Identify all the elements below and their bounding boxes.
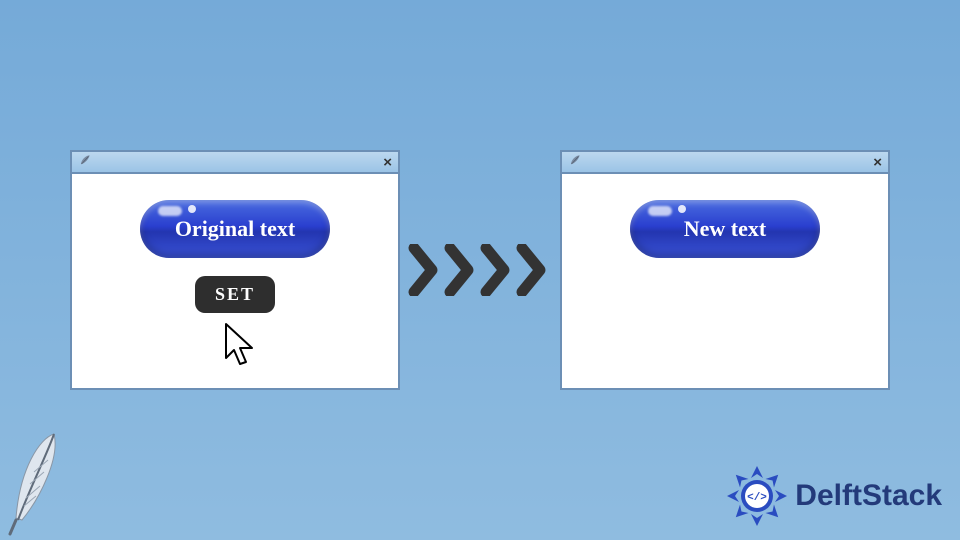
chevron-right-icon	[408, 244, 444, 296]
cursor-pointer-icon	[220, 322, 264, 379]
app-window-before: × Original text SET	[70, 150, 400, 390]
window-body: New text	[562, 174, 888, 388]
window-body: Original text SET	[72, 174, 398, 388]
brand-logo-icon: </>	[725, 464, 789, 528]
titlebar: ×	[562, 152, 888, 174]
close-icon[interactable]: ×	[383, 155, 392, 170]
close-icon[interactable]: ×	[873, 155, 882, 170]
label-pill-before: Original text	[140, 200, 330, 258]
diagram-stage: × Original text SET	[0, 0, 960, 540]
pill-text: Original text	[175, 216, 295, 242]
label-pill-after: New text	[630, 200, 820, 258]
feather-icon	[568, 153, 582, 172]
svg-text:</>: </>	[747, 492, 767, 504]
transition-arrows	[408, 244, 552, 296]
feather-icon	[78, 153, 92, 172]
app-window-after: × New text	[560, 150, 890, 390]
brand-name: DelftStack	[795, 479, 942, 513]
pill-text: New text	[684, 216, 766, 242]
titlebar: ×	[72, 152, 398, 174]
chevron-right-icon	[444, 244, 480, 296]
set-button[interactable]: SET	[195, 276, 275, 313]
chevron-right-icon	[480, 244, 516, 296]
chevron-right-icon	[516, 244, 552, 296]
set-button-label: SET	[215, 284, 255, 304]
feather-decoration-icon	[0, 428, 70, 538]
brand-badge: </> DelftStack	[725, 464, 942, 528]
